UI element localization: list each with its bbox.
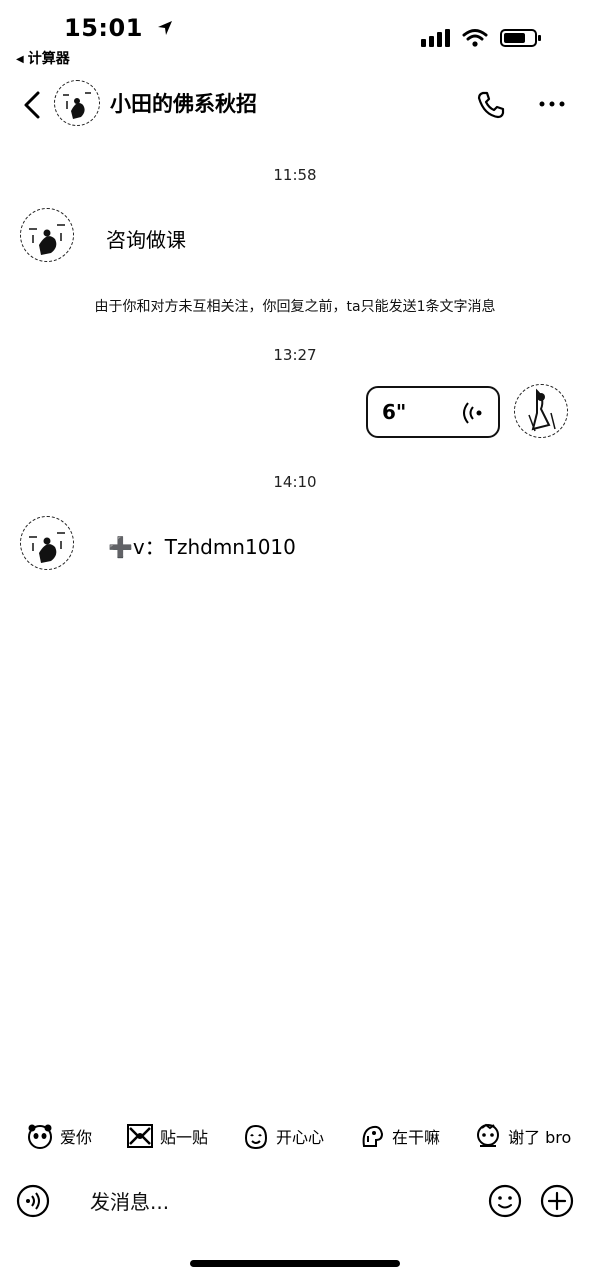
contact-avatar-image (63, 92, 91, 119)
wifi-icon (462, 28, 488, 52)
quick-sticker-love[interactable]: 爱你 (26, 1122, 92, 1150)
quick-sticker-happy[interactable]: 开心心 (242, 1122, 324, 1150)
thanks-sticker-icon (477, 1123, 500, 1147)
sender-avatar[interactable] (20, 516, 74, 570)
quick-sticker-hug[interactable]: 贴一贴 (126, 1122, 208, 1150)
quick-sticker-label: 谢了 bro (508, 1128, 572, 1147)
message-input-bar (0, 1176, 590, 1224)
panda-sticker-icon (28, 1124, 52, 1149)
quick-sticker-row: 爱你 贴一贴 开心心 在干嘛 谢了 bro (26, 1122, 586, 1150)
quick-sticker-label: 在干嘛 (392, 1128, 441, 1147)
status-time: 15:01 (64, 14, 174, 43)
battery-icon (500, 28, 542, 52)
plus-circle-icon (540, 1184, 574, 1218)
sender-avatar[interactable] (20, 208, 74, 262)
voice-wave-icon (460, 400, 486, 430)
quick-sticker-thanks[interactable]: 谢了 bro (474, 1122, 571, 1150)
timestamp: 11:58 (273, 166, 317, 184)
quick-sticker-label: 开心心 (276, 1128, 325, 1147)
voice-input-button[interactable] (16, 1184, 50, 1222)
more-dots-icon (539, 101, 565, 107)
message-text: ➕v：Tzhdmn1010 (108, 535, 296, 559)
home-indicator[interactable] (190, 1260, 400, 1267)
contact-avatar[interactable] (54, 80, 100, 126)
sender-avatar-image (29, 224, 65, 255)
back-button[interactable] (18, 90, 48, 120)
dino-sticker-icon (362, 1125, 384, 1147)
chevron-left-icon (24, 91, 40, 119)
sender-avatar-image (29, 532, 65, 563)
call-button[interactable] (476, 90, 506, 124)
emoji-button[interactable] (488, 1184, 522, 1222)
more-actions-button[interactable] (540, 1184, 574, 1222)
back-to-app-link[interactable]: ◀ 计算器 (16, 48, 70, 68)
happy-sticker-icon (245, 1124, 268, 1150)
hug-sticker-icon (127, 1124, 154, 1148)
chat-title: 小田的佛系秋招 (110, 92, 257, 116)
smiley-icon (488, 1184, 522, 1218)
message-text: 咨询做课 (106, 228, 186, 252)
quick-sticker-what[interactable]: 在干嘛 (358, 1122, 440, 1150)
timestamp: 14:10 (273, 473, 317, 491)
more-options-button[interactable] (538, 96, 566, 116)
system-notice: 由于你和对方未互相关注，你回复之前，ta只能发送1条文字消息 (94, 299, 496, 315)
my-avatar-image (528, 388, 556, 432)
phone-icon (477, 91, 505, 119)
voice-message-bubble[interactable]: 6" (366, 386, 500, 438)
voice-input-icon (16, 1184, 50, 1218)
my-avatar[interactable] (514, 384, 568, 438)
quick-sticker-label: 贴一贴 (160, 1128, 209, 1147)
chat-screen: 15:01 ◀ 计算器 小田的佛系秋招 11:58 咨询做课 由于你和对方未互相… (0, 0, 590, 1280)
status-time-text: 15:01 (64, 14, 143, 42)
message-input[interactable] (88, 1186, 472, 1218)
quick-sticker-label: 爱你 (60, 1128, 93, 1147)
voice-duration: 6" (382, 400, 407, 424)
status-icons (420, 28, 542, 52)
timestamp: 13:27 (273, 346, 317, 364)
back-triangle-icon: ◀ (16, 54, 24, 65)
back-app-label: 计算器 (27, 51, 70, 67)
location-arrow-icon (156, 15, 174, 43)
cellular-signal-icon (420, 28, 450, 52)
